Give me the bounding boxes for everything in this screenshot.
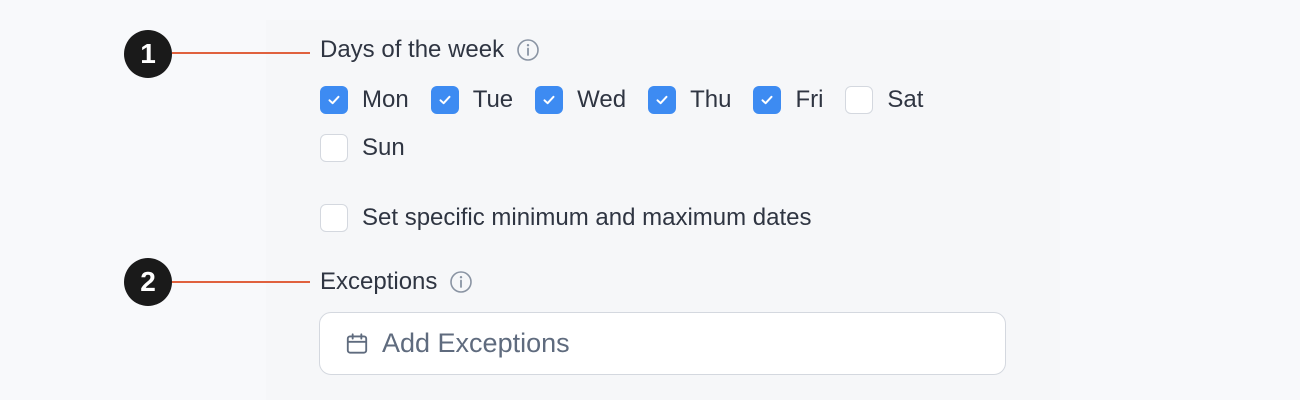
checkbox-checked[interactable] [535, 86, 564, 114]
checkmark-icon [656, 95, 668, 105]
info-icon[interactable] [449, 270, 473, 294]
checkmark-icon [328, 95, 340, 105]
days-of-week-label-row: Days of the week [320, 34, 540, 66]
day-label: Sun [362, 134, 405, 161]
exceptions-label-row: Exceptions [320, 266, 473, 298]
callout-leader-2 [172, 281, 310, 283]
checkmark-icon [761, 95, 773, 105]
checkbox-checked[interactable] [430, 86, 459, 114]
min-max-dates-label: Set specific minimum and maximum dates [362, 204, 812, 231]
calendar-icon [344, 331, 370, 357]
add-exceptions-placeholder: Add Exceptions [382, 328, 570, 358]
day-label: Wed [577, 86, 627, 113]
min-max-dates-option[interactable]: Set specific minimum and maximum dates [320, 204, 811, 232]
day-option-thu[interactable]: Thu [648, 86, 731, 114]
checkbox-checked[interactable] [648, 86, 677, 114]
day-label: Fri [795, 86, 824, 113]
checkmark-icon [543, 95, 555, 105]
day-label: Sat [887, 86, 924, 113]
days-checkbox-group: Mon Tue Wed Thu Fri Sat Sun [320, 84, 1000, 180]
day-option-tue[interactable]: Tue [430, 86, 514, 114]
form-settings-screen: 1 Days of the week Mon Tue Wed Thu Fri S… [0, 0, 1300, 400]
checkbox-unchecked[interactable] [320, 134, 348, 162]
day-label: Mon [362, 86, 409, 113]
exceptions-label: Exceptions [320, 268, 438, 295]
day-option-wed[interactable]: Wed [535, 86, 626, 114]
callout-marker-1: 1 [124, 30, 172, 78]
days-row-weekend: Sun [320, 132, 1000, 164]
day-option-mon[interactable]: Mon [320, 86, 409, 114]
info-icon[interactable] [516, 38, 540, 62]
checkbox-unchecked[interactable] [320, 204, 348, 232]
day-option-sat[interactable]: Sat [845, 86, 923, 114]
callout-marker-2: 2 [124, 258, 172, 306]
day-option-sun[interactable]: Sun [320, 134, 405, 162]
day-label: Thu [690, 86, 732, 113]
checkbox-checked[interactable] [753, 86, 782, 114]
add-exceptions-field[interactable]: Add Exceptions [319, 312, 1006, 375]
days-row-weekdays: Mon Tue Wed Thu Fri Sat [320, 84, 1000, 116]
checkbox-unchecked[interactable] [845, 86, 874, 114]
day-label: Tue [472, 86, 514, 113]
callout-leader-1 [172, 52, 310, 54]
days-of-week-label: Days of the week [320, 36, 505, 63]
checkbox-checked[interactable] [320, 86, 348, 114]
checkmark-icon [439, 95, 451, 105]
day-option-fri[interactable]: Fri [753, 86, 823, 114]
